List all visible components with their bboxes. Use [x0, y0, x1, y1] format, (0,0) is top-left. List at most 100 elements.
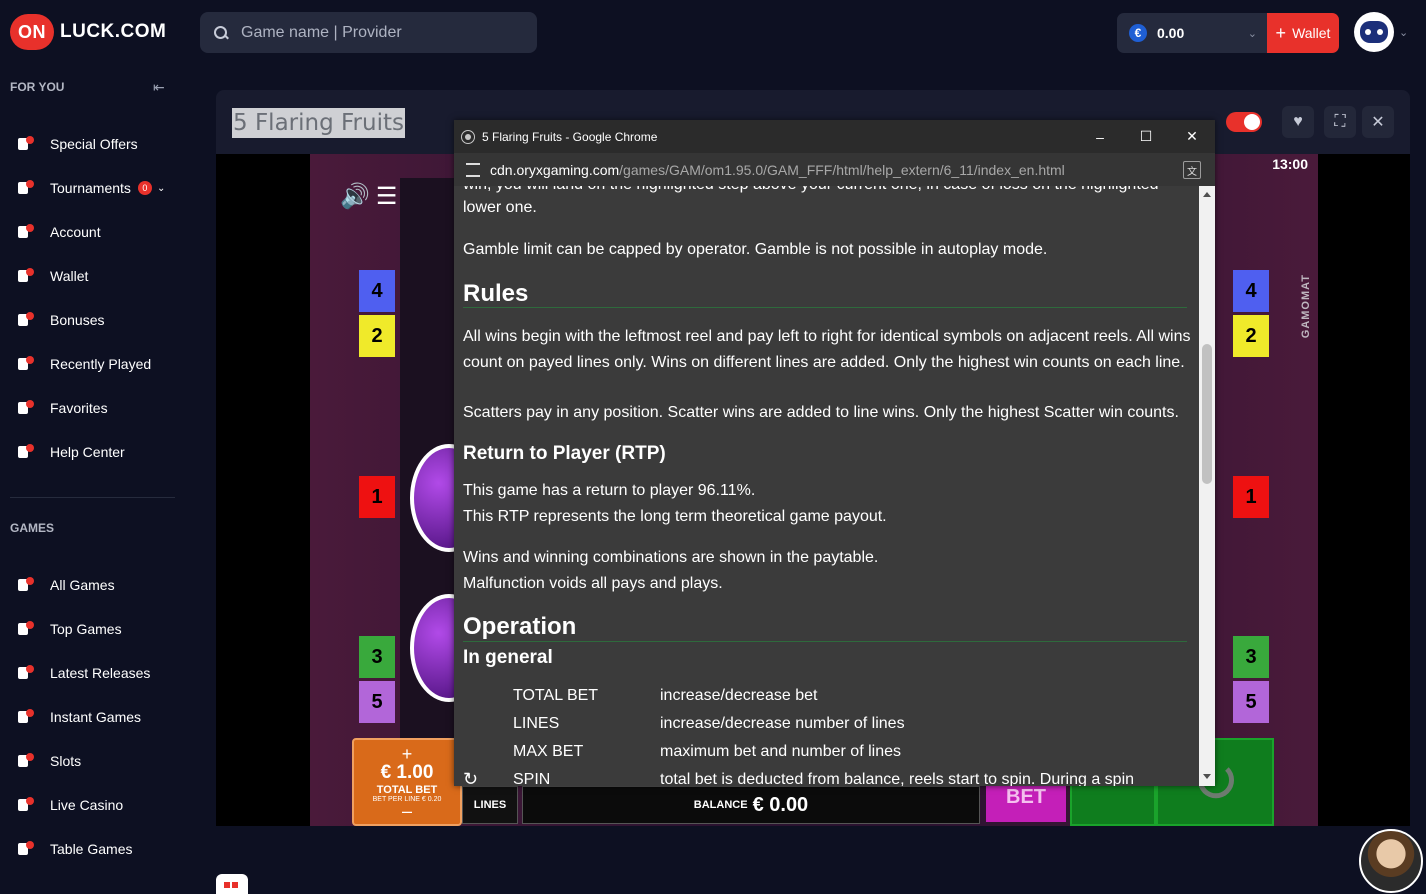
operation-key: SPIN — [513, 771, 551, 786]
avatar — [1354, 12, 1394, 52]
minimize-icon[interactable]: – — [1077, 120, 1123, 153]
sidebar-item-label: All Games — [50, 577, 115, 593]
sidebar-item-top-games[interactable]: Top Games — [0, 611, 185, 647]
line-marker-left: 1 — [359, 476, 395, 518]
trophy-icon — [18, 180, 34, 196]
fullscreen-icon[interactable]: ⛶ — [1324, 106, 1356, 138]
sidebar-divider — [10, 497, 175, 498]
operation-key: MAX BET — [513, 743, 584, 760]
sidebar-item-label: Top Games — [50, 621, 122, 637]
close-icon[interactable]: ✕ — [1169, 120, 1215, 153]
bookmark-icon — [18, 400, 34, 416]
operation-value: increase/decrease number of lines — [660, 715, 905, 732]
operation-value: increase/decrease bet — [660, 687, 818, 704]
rocket-icon — [18, 665, 34, 681]
collapse-sidebar-icon[interactable]: ⇤ — [153, 79, 165, 96]
euro-icon: € — [1129, 24, 1147, 42]
sidebar-item-label: Recently Played — [50, 356, 152, 372]
total-bet-button[interactable]: + € 1.00 TOTAL BET BET PER LINE € 0.20 – — [352, 738, 462, 826]
max-bet-button[interactable]: BET — [986, 786, 1066, 822]
help-text: lower one. — [463, 199, 537, 216]
operation-value: maximum bet and number of lines — [660, 743, 901, 760]
sidebar-item-label: Wallet — [50, 268, 89, 284]
money-bag-icon — [18, 312, 34, 328]
sidebar-item-all-games[interactable]: All Games — [0, 567, 185, 603]
rules-heading: Rules — [463, 280, 529, 307]
game-balance: BALANCE € 0.00 — [522, 786, 980, 824]
sidebar-item-instant-games[interactable]: Instant Games — [0, 699, 185, 735]
spin-icon: ↻ — [463, 769, 479, 786]
sidebar-item-favorites[interactable]: Favorites — [0, 390, 185, 426]
sidebar-item-label: Favorites — [50, 400, 108, 416]
search-input[interactable] — [239, 22, 523, 43]
provider-mark: GAMOMAT — [1300, 274, 1312, 339]
in-general-heading: In general — [463, 647, 553, 668]
site-logo[interactable]: ON LUCK.COM — [10, 14, 166, 50]
line-marker-left: 3 — [359, 636, 395, 678]
help-popup-window: 5 Flaring Fruits - Google Chrome – ☐ ✕ c… — [454, 120, 1215, 786]
wallet-icon — [18, 268, 34, 284]
sidebar-item-account[interactable]: Account — [0, 214, 185, 250]
sidebar-item-wallet[interactable]: Wallet — [0, 258, 185, 294]
operation-key: TOTAL BET — [513, 687, 599, 704]
sidebar-item-help-center[interactable]: Help Center — [0, 434, 185, 470]
sidebar-item-latest-releases[interactable]: Latest Releases — [0, 655, 185, 691]
sidebar-item-live-casino[interactable]: Live Casino — [0, 787, 185, 823]
scroll-up-icon[interactable] — [1203, 192, 1211, 197]
balance-selector[interactable]: € 0.00 ⌄ — [1117, 13, 1267, 53]
sidebar-item-table-games[interactable]: Table Games — [0, 831, 185, 867]
scroll-down-icon[interactable] — [1203, 774, 1211, 779]
robot-face-icon — [1360, 21, 1388, 43]
popup-window-title: 5 Flaring Fruits - Google Chrome — [482, 129, 658, 144]
sidebar: FOR YOU ⇤ Special Offers Tournaments 0 ⌄… — [0, 66, 185, 894]
line-marker-right: 5 — [1233, 681, 1269, 723]
grid-menu-icon[interactable] — [216, 874, 248, 894]
sidebar-item-label: Help Center — [50, 444, 125, 460]
translate-icon[interactable]: 文 — [1183, 161, 1201, 179]
site-settings-icon[interactable] — [466, 162, 480, 177]
line-marker-left: 2 — [359, 315, 395, 357]
help-text: Malfunction voids all pays and plays. — [463, 575, 723, 592]
search-icon — [214, 25, 228, 40]
support-agent-avatar[interactable] — [1359, 829, 1423, 893]
operation-heading: Operation — [463, 613, 577, 640]
real-play-toggle[interactable] — [1226, 112, 1262, 132]
scroll-thumb[interactable] — [1202, 344, 1212, 484]
balance-value: € 0.00 — [752, 793, 809, 816]
chevron-down-icon[interactable]: ⌄ — [157, 183, 165, 194]
logo-text: LUCK.COM — [60, 21, 167, 42]
url-path: /games/GAM/om1.95.0/GAM_FFF/html/help_ex… — [619, 161, 1065, 178]
favorite-heart-icon[interactable]: ♥ — [1282, 106, 1314, 138]
close-icon[interactable]: ✕ — [1362, 106, 1394, 138]
sidebar-item-special-offers[interactable]: Special Offers — [0, 126, 185, 162]
sidebar-item-recently-played[interactable]: Recently Played — [0, 346, 185, 382]
user-menu[interactable]: ⌄ — [1354, 12, 1408, 52]
help-text: This game has a return to player 96.11%. — [463, 482, 756, 499]
total-bet-amount: € 1.00 — [380, 761, 434, 783]
popup-url-bar[interactable]: cdn.oryxgaming.com/games/GAM/om1.95.0/GA… — [454, 153, 1215, 186]
logo-badge: ON — [10, 14, 54, 50]
help-text: Wins and winning combinations are shown … — [463, 549, 879, 566]
maximize-icon[interactable]: ☐ — [1123, 120, 1169, 153]
game-title: 5 Flaring Fruits — [232, 108, 405, 138]
sidebar-item-label: Bonuses — [50, 312, 105, 328]
wallet-button[interactable]: + Wallet — [1267, 13, 1339, 53]
lines-button[interactable]: LINES — [462, 786, 518, 824]
help-text: Scatters pay in any position. Scatter wi… — [463, 404, 1179, 421]
balance-label: BALANCE — [693, 799, 748, 811]
rtp-heading: Return to Player (RTP) — [463, 443, 666, 464]
url-domain: cdn.oryxgaming.com — [490, 161, 620, 178]
minus-icon: – — [401, 800, 412, 821]
games-label: GAMES — [10, 521, 55, 535]
sidebar-item-label: Instant Games — [50, 709, 142, 725]
sidebar-item-tournaments[interactable]: Tournaments 0 ⌄ — [0, 170, 185, 206]
chevron-down-icon: ⌄ — [1247, 27, 1257, 40]
help-text: All wins begin with the leftmost reel an… — [463, 328, 1191, 371]
sidebar-item-slots[interactable]: Slots — [0, 743, 185, 779]
line-marker-right: 3 — [1233, 636, 1269, 678]
sidebar-item-bonuses[interactable]: Bonuses — [0, 302, 185, 338]
popup-scrollbar[interactable] — [1199, 186, 1215, 786]
line-marker-left: 5 — [359, 681, 395, 723]
search-bar[interactable] — [200, 12, 537, 53]
popup-titlebar[interactable]: 5 Flaring Fruits - Google Chrome – ☐ ✕ — [454, 120, 1215, 153]
